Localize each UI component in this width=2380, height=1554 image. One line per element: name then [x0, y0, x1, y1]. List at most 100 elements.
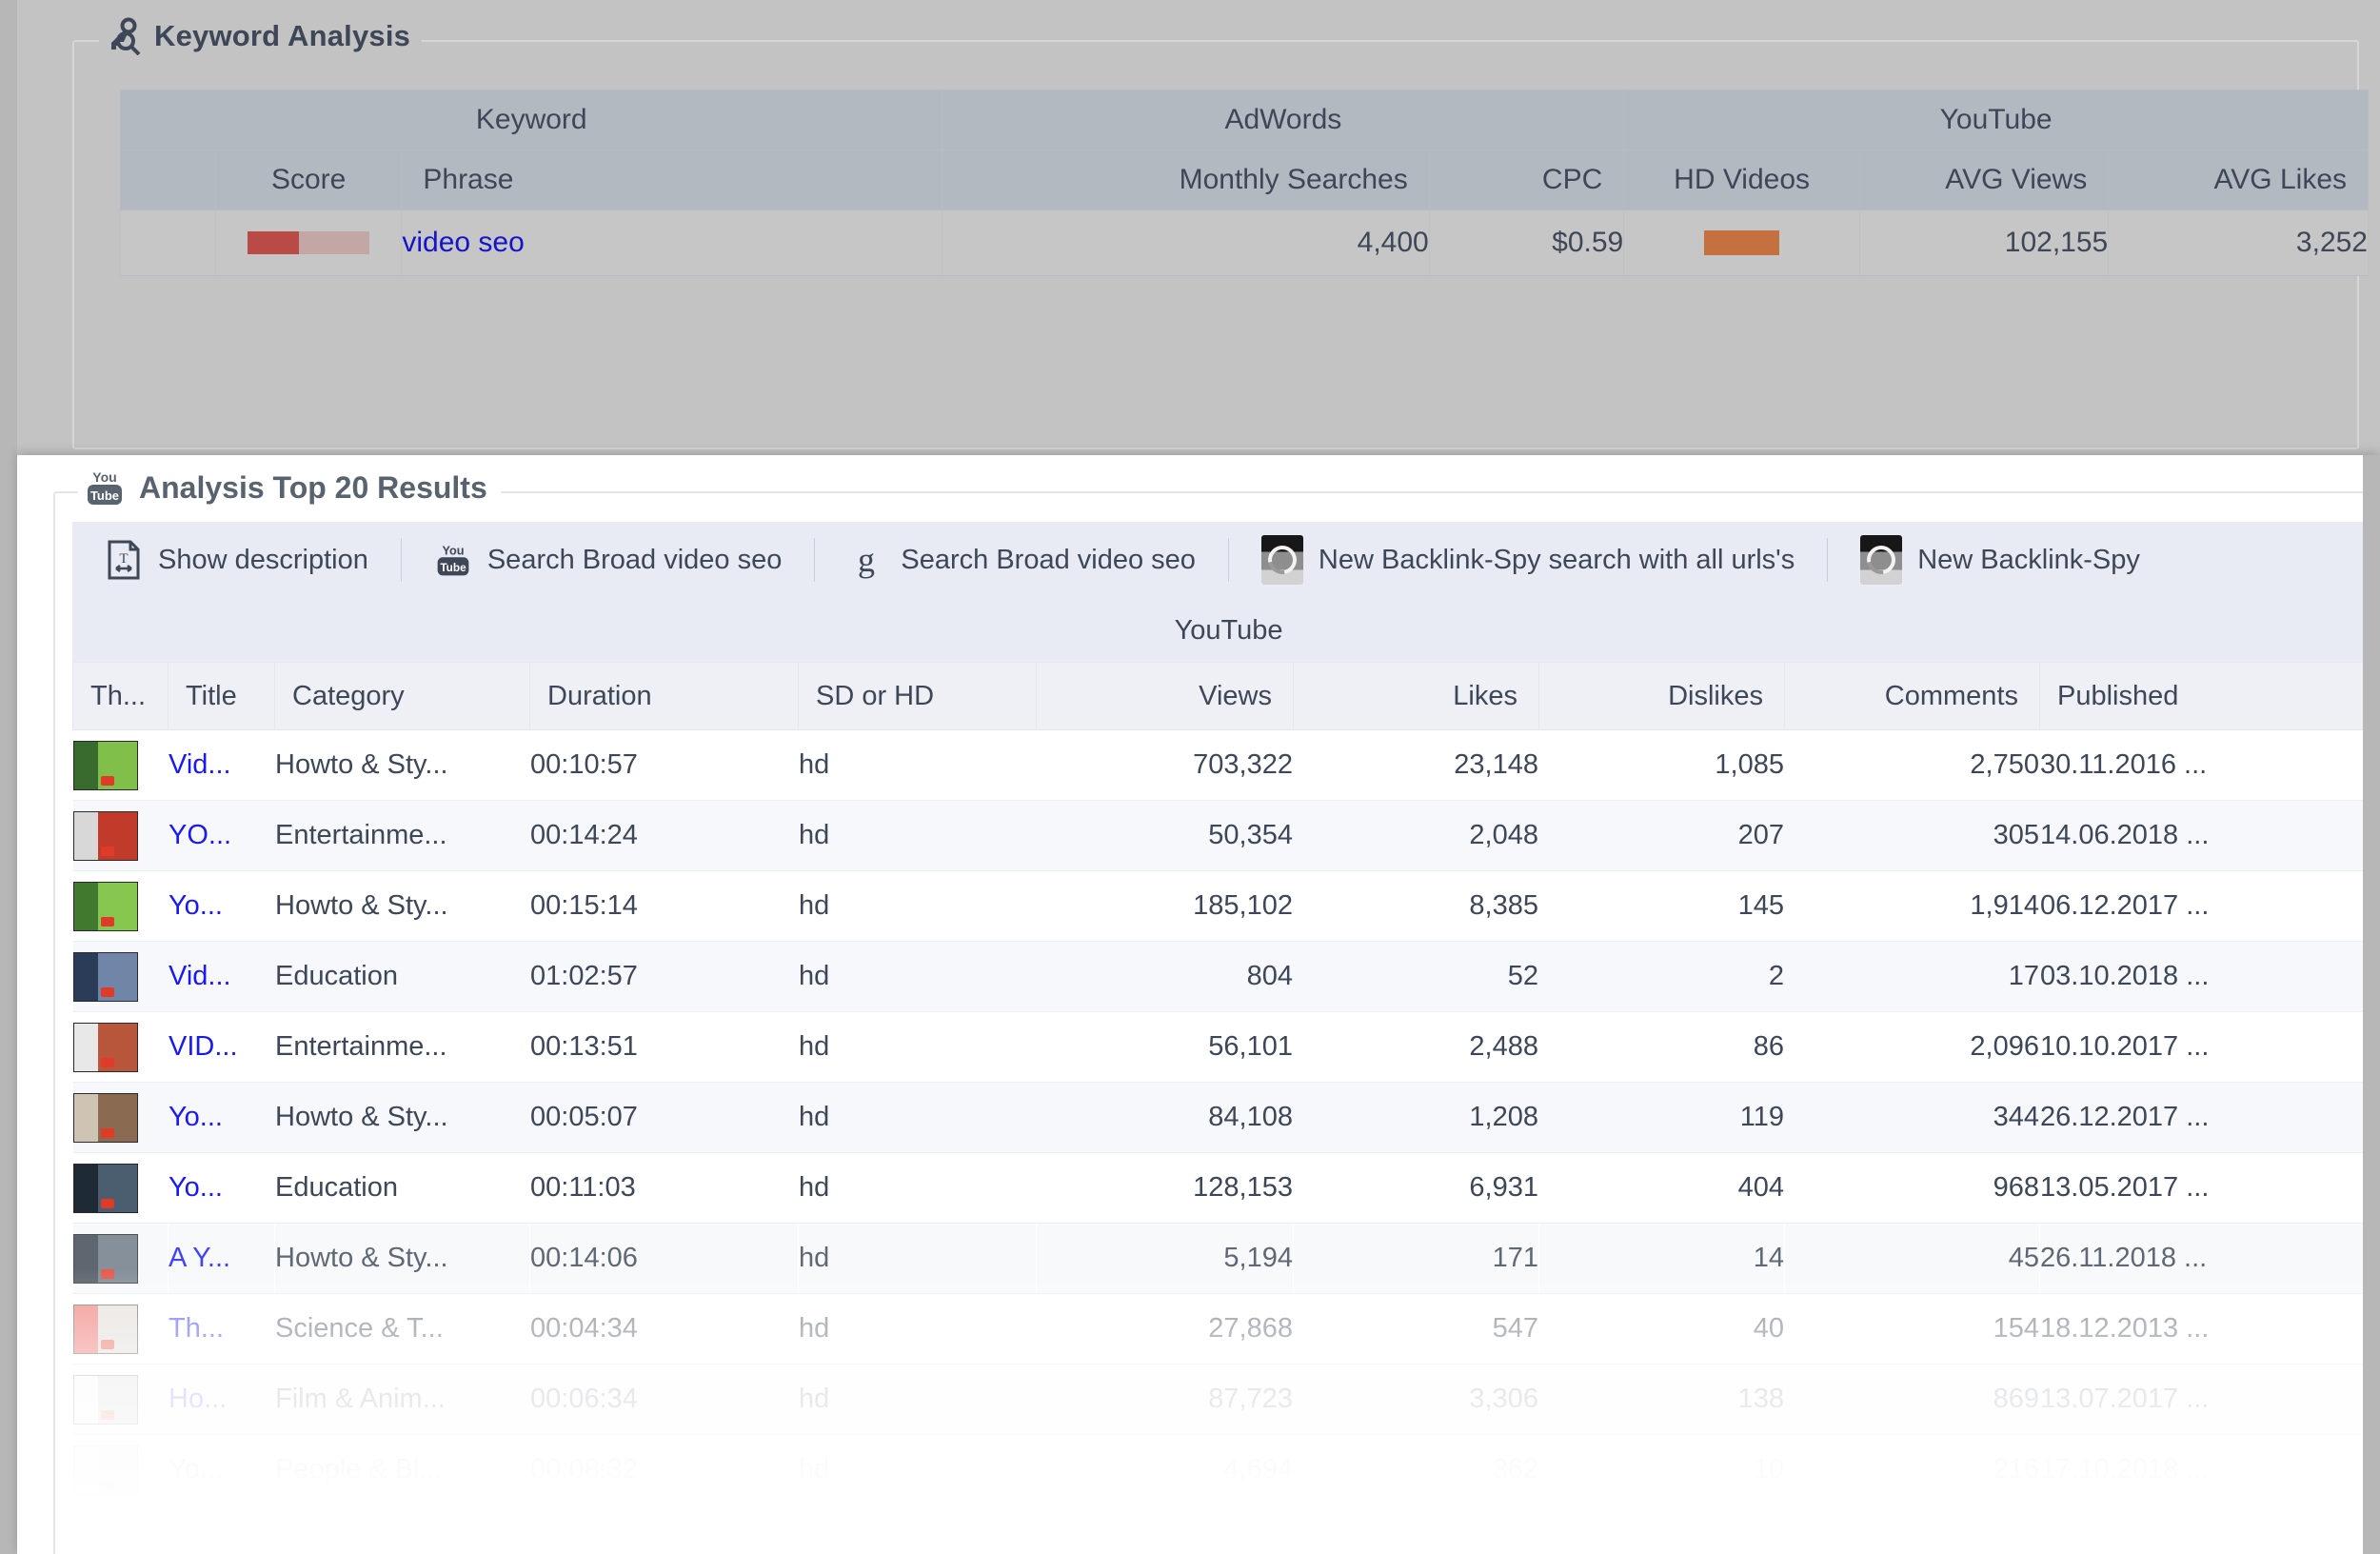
table-row[interactable]: Yo... Howto & Sty... 00:15:14 hd 185,102 8,38…	[72, 870, 2380, 942]
row-spacer-cell	[120, 209, 216, 276]
video-thumbnail[interactable]	[73, 740, 138, 790]
video-thumbnail[interactable]	[73, 1304, 138, 1354]
video-thumbnail[interactable]	[73, 881, 138, 931]
video-thumbnail[interactable]	[73, 1374, 138, 1424]
thumbnail-cell	[72, 1082, 169, 1153]
published-cell: 26.11.2018 ...	[2039, 1223, 2380, 1294]
table-row[interactable]: Th... Science & T... 00:04:34 hd 27,868 547 40…	[72, 1293, 2380, 1365]
hd-videos-cell	[1623, 209, 1860, 276]
sd-or-hd-cell: hd	[798, 800, 1037, 871]
category-cell: Film & Anim...	[274, 1364, 530, 1435]
table-row[interactable]: YO... Entertainme... 00:14:24 hd 50,354 2,048…	[72, 800, 2380, 871]
res-col-sd-or-hd[interactable]: SD or HD	[798, 662, 1037, 730]
toolbar-search-broad-google[interactable]: g Search Broad video seo	[815, 522, 1228, 598]
res-col-views[interactable]: Views	[1036, 662, 1294, 730]
video-thumbnail[interactable]	[73, 1022, 138, 1072]
res-col-dislikes[interactable]: Dislikes	[1538, 662, 1785, 730]
video-title-link[interactable]: Yo...	[169, 1102, 223, 1132]
res-col-comments[interactable]: Comments	[1784, 662, 2040, 730]
res-col-published[interactable]: Published	[2038, 662, 2380, 730]
views-cell: 185,102	[1036, 870, 1294, 942]
kw-col-avg-likes[interactable]: AVG Likes	[2108, 149, 2369, 210]
video-title-link[interactable]: A Y...	[169, 1243, 230, 1273]
key-search-icon	[111, 17, 141, 55]
video-thumbnail[interactable]	[73, 1233, 138, 1284]
category-cell: Education	[274, 1152, 530, 1224]
kw-col-monthly-searches[interactable]: Monthly Searches	[942, 149, 1430, 210]
sd-or-hd-cell: hd	[798, 729, 1037, 801]
table-row[interactable]: Ho... Film & Anim... 00:06:34 hd 87,723 3,306…	[72, 1364, 2380, 1435]
video-title-cell: Yo...	[168, 1082, 275, 1153]
toolbar-search-broad-youtube[interactable]: You Tube Search Broad video seo	[402, 522, 815, 598]
video-title-link[interactable]: Vid...	[169, 749, 231, 780]
youtube-logo-icon: You Tube	[88, 469, 122, 505]
kw-col-score[interactable]: Score	[214, 149, 403, 210]
table-row[interactable]: Yo... Education 00:11:03 hd 128,153 6,931 404 9…	[72, 1152, 2380, 1224]
video-title-link[interactable]: Vid...	[169, 961, 231, 991]
category-cell: People & Bl...	[274, 1434, 530, 1505]
video-title-link[interactable]: YO...	[169, 820, 231, 850]
keyword-row[interactable]: video seo 4,400 $0.59 102,155 3,252	[120, 209, 2369, 276]
table-row[interactable]: VID... Entertainme... 00:13:51 hd 56,101 2,48…	[72, 1011, 2380, 1083]
kw-group-youtube: YouTube	[1623, 90, 2369, 150]
res-col-duration[interactable]: Duration	[529, 662, 799, 730]
res-col-thumbnail[interactable]: Th...	[72, 662, 169, 730]
analysis-results-groupbox: You Tube Analysis Top 20 Results T Show …	[53, 468, 2380, 1554]
kw-col-phrase[interactable]: Phrase	[401, 149, 943, 210]
video-thumbnail[interactable]	[73, 1092, 138, 1143]
video-thumbnail[interactable]	[73, 810, 138, 861]
views-cell: 27,868	[1036, 1293, 1294, 1365]
thumbnail-cell	[72, 1434, 169, 1505]
comments-cell: 2,096	[1784, 1011, 2040, 1083]
video-title-link[interactable]: Yo...	[169, 890, 223, 921]
video-thumbnail[interactable]	[73, 951, 138, 1002]
video-title-link[interactable]: Yo...	[169, 1454, 223, 1484]
kw-col-hd-videos[interactable]: HD Videos	[1623, 149, 1860, 210]
views-cell: 84,108	[1036, 1082, 1294, 1153]
results-toolbar: T Show description You Tube Search Broad…	[72, 522, 2380, 599]
keyword-phrase-link[interactable]: video seo	[402, 227, 524, 258]
analysis-results-panel: You Tube Analysis Top 20 Results T Show …	[17, 455, 2380, 1554]
likes-cell: 547	[1293, 1293, 1539, 1365]
toolbar-backlink-spy-all-urls[interactable]: New Backlink-Spy search with all urls's	[1229, 522, 1827, 598]
toolbar-show-description[interactable]: T Show description	[72, 522, 401, 598]
res-col-category[interactable]: Category	[274, 662, 530, 730]
video-title-cell: Vid...	[168, 729, 275, 801]
video-thumbnail[interactable]	[73, 1444, 138, 1495]
avg-likes-value: 3,252	[2108, 209, 2369, 276]
keyword-analysis-legend: Keyword Analysis	[99, 17, 423, 55]
table-row[interactable]: A Y... Howto & Sty... 00:14:06 hd 5,194 171 14…	[72, 1223, 2380, 1294]
category-cell: Entertainme...	[274, 800, 530, 871]
video-title-link[interactable]: Yo...	[169, 1172, 223, 1203]
score-bar	[248, 231, 370, 254]
video-title-link[interactable]: Ho...	[169, 1384, 227, 1414]
published-cell: 26.12.2017 ...	[2039, 1082, 2380, 1153]
analysis-results-title: Analysis Top 20 Results	[139, 469, 487, 505]
score-cell	[214, 209, 403, 276]
table-row[interactable]: Yo... Howto & Sty... 00:05:07 hd 84,108 1,208…	[72, 1082, 2380, 1153]
table-row[interactable]: Vid... Education 01:02:57 hd 804 52 2 17 03.10.2…	[72, 941, 2380, 1012]
video-title-link[interactable]: Th...	[169, 1313, 224, 1344]
video-thumbnail[interactable]	[73, 1163, 138, 1213]
table-row[interactable]: Vid... Howto & Sty... 00:10:57 hd 703,322 23,…	[72, 729, 2380, 801]
category-cell: Entertainme...	[274, 1011, 530, 1083]
table-row[interactable]: Yo... People & Bl... 00:08:32 hd 4,694 362 10 2…	[72, 1434, 2380, 1505]
kw-col-avg-views[interactable]: AVG Views	[1858, 149, 2110, 210]
kw-col-cpc[interactable]: CPC	[1428, 149, 1625, 210]
toolbar-backlink-spy[interactable]: New Backlink-Spy	[1828, 522, 2172, 598]
document-text-icon: T	[108, 540, 140, 580]
video-title-cell: A Y...	[168, 1223, 275, 1294]
res-col-likes[interactable]: Likes	[1293, 662, 1539, 730]
res-col-title[interactable]: Title	[168, 662, 275, 730]
google-g-icon: g	[858, 541, 875, 579]
published-cell: 18.12.2013 ...	[2039, 1293, 2380, 1365]
thumbnail-cell	[72, 729, 169, 801]
video-title-cell: VID...	[168, 1011, 275, 1083]
video-title-link[interactable]: VID...	[169, 1031, 238, 1062]
svg-text:Tube: Tube	[90, 488, 119, 503]
svg-text:T: T	[119, 551, 128, 567]
dislikes-cell: 1,085	[1538, 729, 1785, 801]
likes-cell: 52	[1293, 941, 1539, 1012]
duration-cell: 00:06:34	[529, 1364, 799, 1435]
keyword-analysis-table: Keyword AdWords YouTube Score Phrase Mon…	[119, 90, 2369, 276]
